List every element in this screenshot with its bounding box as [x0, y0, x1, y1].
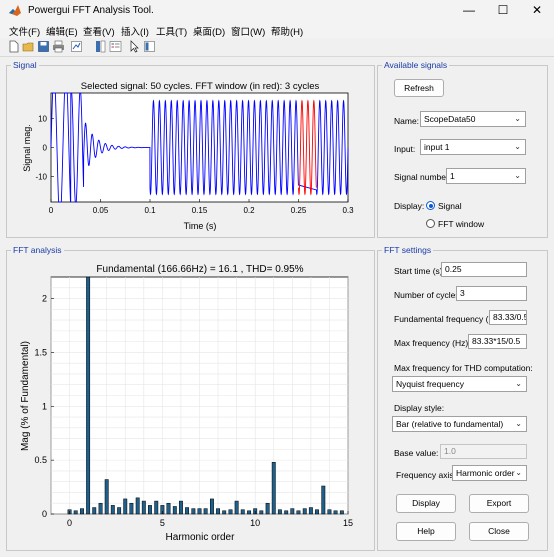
fft-bar	[315, 509, 319, 515]
fft-ytick-label: 1	[42, 401, 47, 411]
chevron-down-icon: ⌄	[515, 419, 522, 428]
display-button[interactable]: Display	[396, 494, 456, 513]
fft-bar	[129, 502, 134, 515]
fft-bar	[265, 502, 270, 515]
fft-bar	[166, 502, 171, 515]
display-style-value: Bar (relative to fundamental)	[396, 419, 504, 429]
display-style-label: Display style:	[394, 403, 445, 413]
fft-bar	[308, 507, 313, 515]
fft-bar	[110, 505, 115, 515]
fft-bar	[172, 506, 177, 515]
frequency-axis-value: Harmonic order	[456, 468, 515, 478]
thd-freq-dropdown[interactable]: Nyquist frequency ⌄	[392, 376, 527, 392]
thd-freq-value: Nyquist frequency	[396, 379, 465, 389]
fft-bar	[178, 500, 183, 515]
fft-xlabel: Harmonic order	[166, 532, 236, 543]
fft-bar	[73, 510, 78, 515]
fft-bar	[222, 510, 227, 515]
chevron-down-icon: ⌄	[515, 468, 522, 477]
fund-freq-label: Fundamental frequency (Hz):	[394, 314, 505, 324]
frequency-axis-dropdown[interactable]: Harmonic order ⌄	[452, 465, 527, 481]
fft-bar	[117, 507, 122, 515]
fft-bar	[290, 508, 295, 515]
start-time-input[interactable]: 0.25	[441, 262, 527, 277]
cycles-input[interactable]: 3	[456, 286, 527, 301]
fft-bar	[147, 505, 152, 515]
fft-ytick-label: 2	[42, 294, 47, 304]
fft-plot-title: Fundamental (166.66Hz) = 16.1 , THD= 0.9…	[96, 264, 303, 275]
fft-bar	[333, 510, 338, 515]
cycles-label: Number of cycles:	[394, 290, 463, 300]
fft-settings-title: FFT settings	[382, 245, 434, 255]
fft-bar	[185, 507, 190, 515]
fft-bar	[203, 508, 208, 515]
fft-bar	[277, 509, 282, 515]
fft-bar	[296, 510, 301, 515]
fft-bar	[302, 508, 307, 515]
fft-bar	[86, 276, 91, 515]
max-freq-input[interactable]: 83.33*15/0.5	[468, 334, 527, 349]
help-button[interactable]: Help	[396, 522, 456, 541]
fft-bar	[191, 508, 196, 515]
fft-xtick-label: 5	[160, 518, 165, 528]
max-freq-label: Max frequency (Hz):	[394, 338, 471, 348]
fft-ylabel: Mag (% of Fundamental)	[20, 341, 31, 451]
base-value-label: Base value:	[394, 448, 439, 458]
close-button[interactable]: Close	[469, 522, 529, 541]
fft-bar	[327, 509, 332, 515]
export-button[interactable]: Export	[469, 494, 529, 513]
start-time-label: Start time (s):	[394, 266, 446, 276]
fft-ytick-label: 0	[42, 509, 47, 519]
fft-bar	[247, 510, 252, 515]
fft-bar	[259, 510, 264, 515]
fft-bar	[123, 498, 128, 515]
fft-bar	[216, 508, 221, 515]
thd-freq-label: Max frequency for THD computation:	[394, 363, 533, 373]
base-value-input: 1.0	[440, 444, 527, 459]
fft-xtick-label: 15	[343, 518, 353, 528]
fft-bar	[321, 485, 326, 515]
fft-bar	[197, 508, 202, 515]
fft-xtick-label: 0	[67, 518, 72, 528]
fft-bar	[154, 500, 159, 515]
fft-ytick-label: 1.5	[34, 347, 47, 357]
fft-bar	[240, 509, 245, 515]
fft-bar	[141, 500, 146, 515]
display-style-dropdown[interactable]: Bar (relative to fundamental) ⌄	[392, 416, 527, 432]
fft-bar	[339, 510, 344, 515]
fft-bar	[80, 508, 84, 515]
fft-bar	[271, 462, 276, 515]
fft-ytick-label: 0.5	[34, 455, 47, 465]
fft-xtick-label: 10	[250, 518, 260, 528]
fft-bar	[209, 498, 214, 515]
fft-bar	[104, 479, 109, 515]
fft-bar	[284, 510, 289, 515]
chevron-down-icon: ⌄	[515, 379, 522, 388]
fft-bar	[92, 507, 97, 515]
fft-bar	[98, 502, 103, 515]
fft-bar	[228, 509, 233, 515]
fund-freq-input[interactable]: 83.33/0.5	[489, 310, 527, 325]
fft-bar	[135, 497, 140, 515]
frequency-axis-label: Frequency axis:	[396, 470, 456, 480]
fft-bar	[234, 500, 239, 515]
